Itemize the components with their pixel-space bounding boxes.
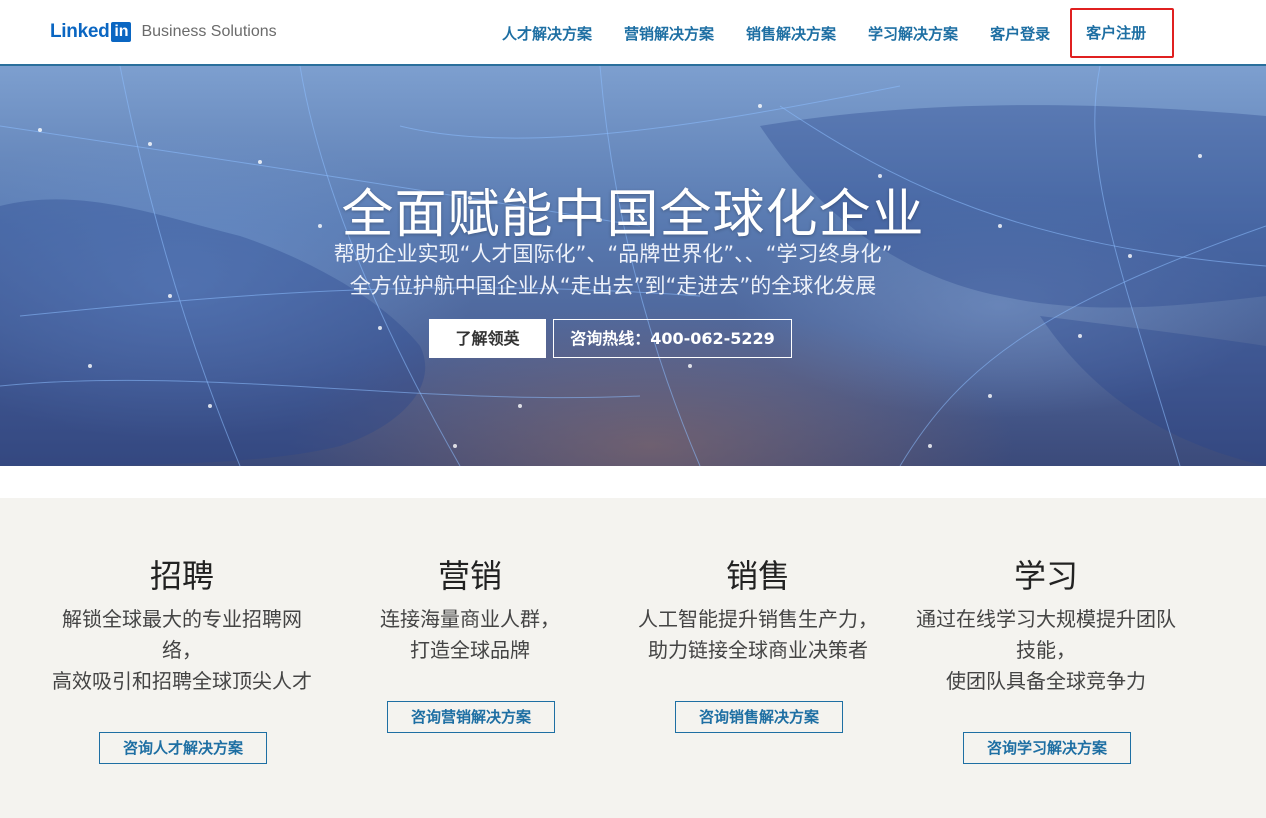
- consult-learning-button[interactable]: 咨询学习解决方案: [963, 732, 1131, 764]
- hotline-button[interactable]: 咨询热线：400-062-5229: [553, 319, 792, 358]
- solution-desc-line: 使团队具备全球竞争力: [946, 669, 1146, 693]
- solution-desc-line: 络，: [162, 638, 202, 662]
- logo-wordmark: Linked: [50, 21, 110, 42]
- solution-learning: 学习 通过在线学习大规模提升团队 技能， 使团队具备全球竞争力: [896, 556, 1196, 697]
- solution-title: 销售: [725, 557, 790, 595]
- hero-banner: 全面赋能中国全球化企业 帮助企业实现“人才国际化”、“品牌世界化”、、“学习终身…: [0, 66, 1266, 466]
- solution-desc-line: 连接海量商业人群，: [380, 607, 560, 631]
- solutions-section: 招聘 解锁全球最大的专业招聘网 络， 高效吸引和招聘全球顶尖人才 咨询人才解决方…: [0, 498, 1266, 818]
- nav-talent-solutions[interactable]: 人才解决方案: [486, 23, 608, 44]
- solution-desc-line: 解锁全球最大的专业招聘网: [62, 607, 302, 631]
- solution-sales: 销售 人工智能提升销售生产力， 助力链接全球商业决策者: [608, 556, 908, 666]
- logo-in-icon: in: [111, 22, 132, 42]
- solution-desc-line: 通过在线学习大规模提升团队: [916, 607, 1176, 631]
- consult-marketing-button[interactable]: 咨询营销解决方案: [387, 701, 555, 733]
- site-header: Linked in Business Solutions 人才解决方案 营销解决…: [0, 0, 1266, 66]
- consult-talent-button[interactable]: 咨询人才解决方案: [99, 732, 267, 764]
- solution-marketing: 营销 连接海量商业人群， 打造全球品牌: [320, 556, 620, 666]
- consult-sales-button[interactable]: 咨询销售解决方案: [675, 701, 843, 733]
- logo-subtitle: Business Solutions: [141, 23, 277, 40]
- solution-recruiting: 招聘 解锁全球最大的专业招聘网 络， 高效吸引和招聘全球顶尖人才: [32, 556, 332, 697]
- nav-sales-solutions[interactable]: 销售解决方案: [730, 23, 852, 44]
- hero-title: 全面赋能中国全球化企业: [341, 185, 925, 245]
- hero-subtitle-line1: 帮助企业实现“人才国际化”、“品牌世界化”、、“学习终身化”: [333, 242, 893, 266]
- nav-marketing-solutions[interactable]: 营销解决方案: [608, 23, 730, 44]
- nav-customer-register[interactable]: 客户注册: [1070, 8, 1175, 58]
- solution-title: 招聘: [149, 557, 214, 595]
- solution-desc-line: 人工智能提升销售生产力，: [638, 607, 878, 631]
- hero-subtitle-line2: 全方位护航中国企业从“走出去”到“走进去”的全球化发展: [349, 274, 877, 298]
- solution-desc-line: 技能，: [1016, 638, 1076, 662]
- solution-desc-line: 打造全球品牌: [410, 638, 530, 662]
- solution-description: 解锁全球最大的专业招聘网 络， 高效吸引和招聘全球顶尖人才: [32, 604, 332, 697]
- solution-title: 学习: [1013, 557, 1078, 595]
- main-nav: 人才解决方案 营销解决方案 销售解决方案 学习解决方案 客户登录 客户注册: [486, 0, 1175, 66]
- nav-customer-login[interactable]: 客户登录: [974, 23, 1066, 44]
- learn-linkedin-button[interactable]: 了解领英: [429, 319, 546, 358]
- solution-desc-line: 高效吸引和招聘全球顶尖人才: [52, 669, 312, 693]
- section-divider: [0, 466, 1266, 498]
- solution-description: 人工智能提升销售生产力， 助力链接全球商业决策者: [608, 604, 908, 666]
- nav-learning-solutions[interactable]: 学习解决方案: [852, 23, 974, 44]
- linkedin-logo[interactable]: Linked in Business Solutions: [50, 20, 277, 44]
- solution-desc-line: 助力链接全球商业决策者: [648, 638, 868, 662]
- solution-description: 通过在线学习大规模提升团队 技能， 使团队具备全球竞争力: [896, 604, 1196, 697]
- solution-title: 营销: [437, 557, 502, 595]
- solution-description: 连接海量商业人群， 打造全球品牌: [320, 604, 620, 666]
